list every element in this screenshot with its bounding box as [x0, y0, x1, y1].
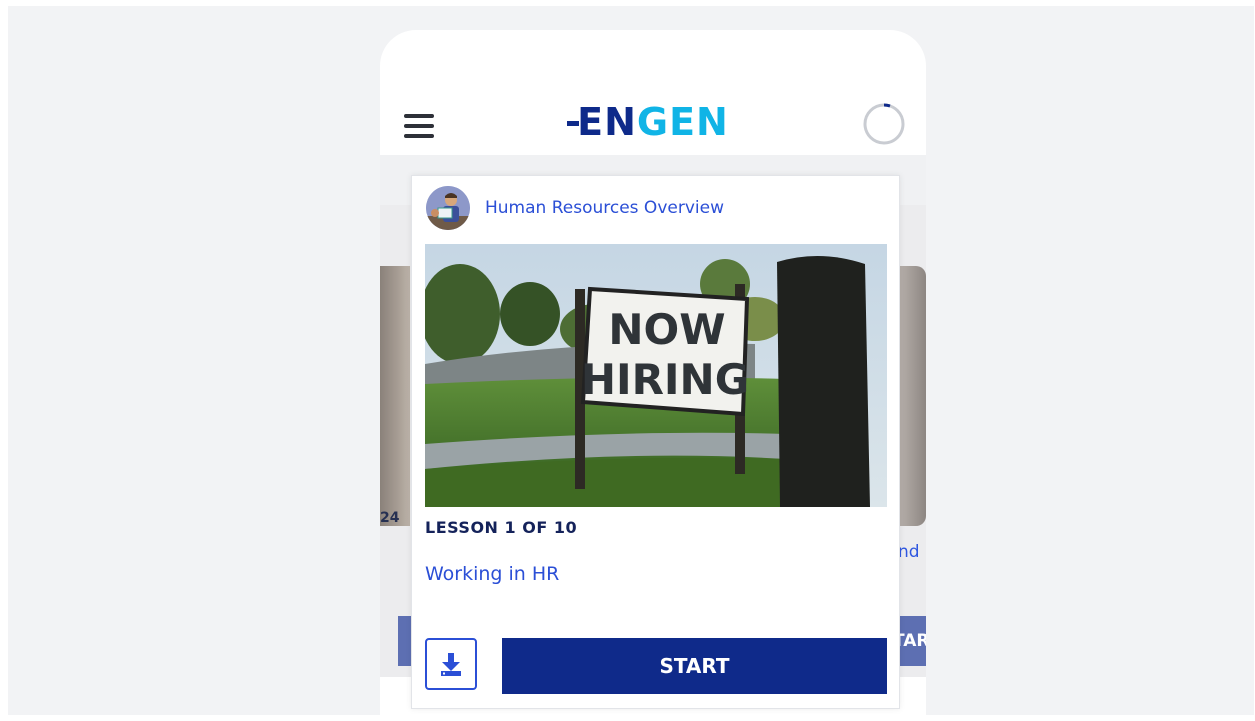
- next-card-text: nd: [898, 542, 920, 562]
- course-avatar: [426, 186, 470, 230]
- course-title[interactable]: Human Resources Overview: [485, 198, 724, 218]
- next-card-image[interactable]: [898, 266, 926, 526]
- previous-card-button[interactable]: [398, 616, 412, 666]
- sign-line-2: HIRING: [581, 355, 749, 404]
- previous-card-number: 24: [380, 510, 400, 526]
- logo-en-text: EN: [577, 100, 637, 144]
- page-background: ENGEN 24 nd TAR Human Resources Overview…: [8, 6, 1254, 721]
- start-button[interactable]: START: [502, 638, 887, 694]
- lesson-count: LESSON 1 OF 10: [425, 518, 578, 537]
- sign-line-1: NOW: [608, 305, 725, 354]
- previous-card-image[interactable]: [380, 266, 410, 526]
- progress-ring-icon[interactable]: [862, 102, 906, 146]
- engen-logo: ENGEN: [380, 100, 926, 144]
- download-icon: [441, 653, 461, 676]
- logo-gen-text: GEN: [636, 100, 729, 144]
- download-button[interactable]: [425, 638, 477, 690]
- app-frame: ENGEN 24 nd TAR Human Resources Overview…: [380, 30, 926, 721]
- now-hiring-image: NOW HIRING: [425, 244, 887, 507]
- lesson-card: Human Resources Overview NOW HIRING LESS…: [411, 175, 900, 709]
- avatar-illustration: [426, 186, 470, 230]
- lesson-title[interactable]: Working in HR: [425, 563, 559, 585]
